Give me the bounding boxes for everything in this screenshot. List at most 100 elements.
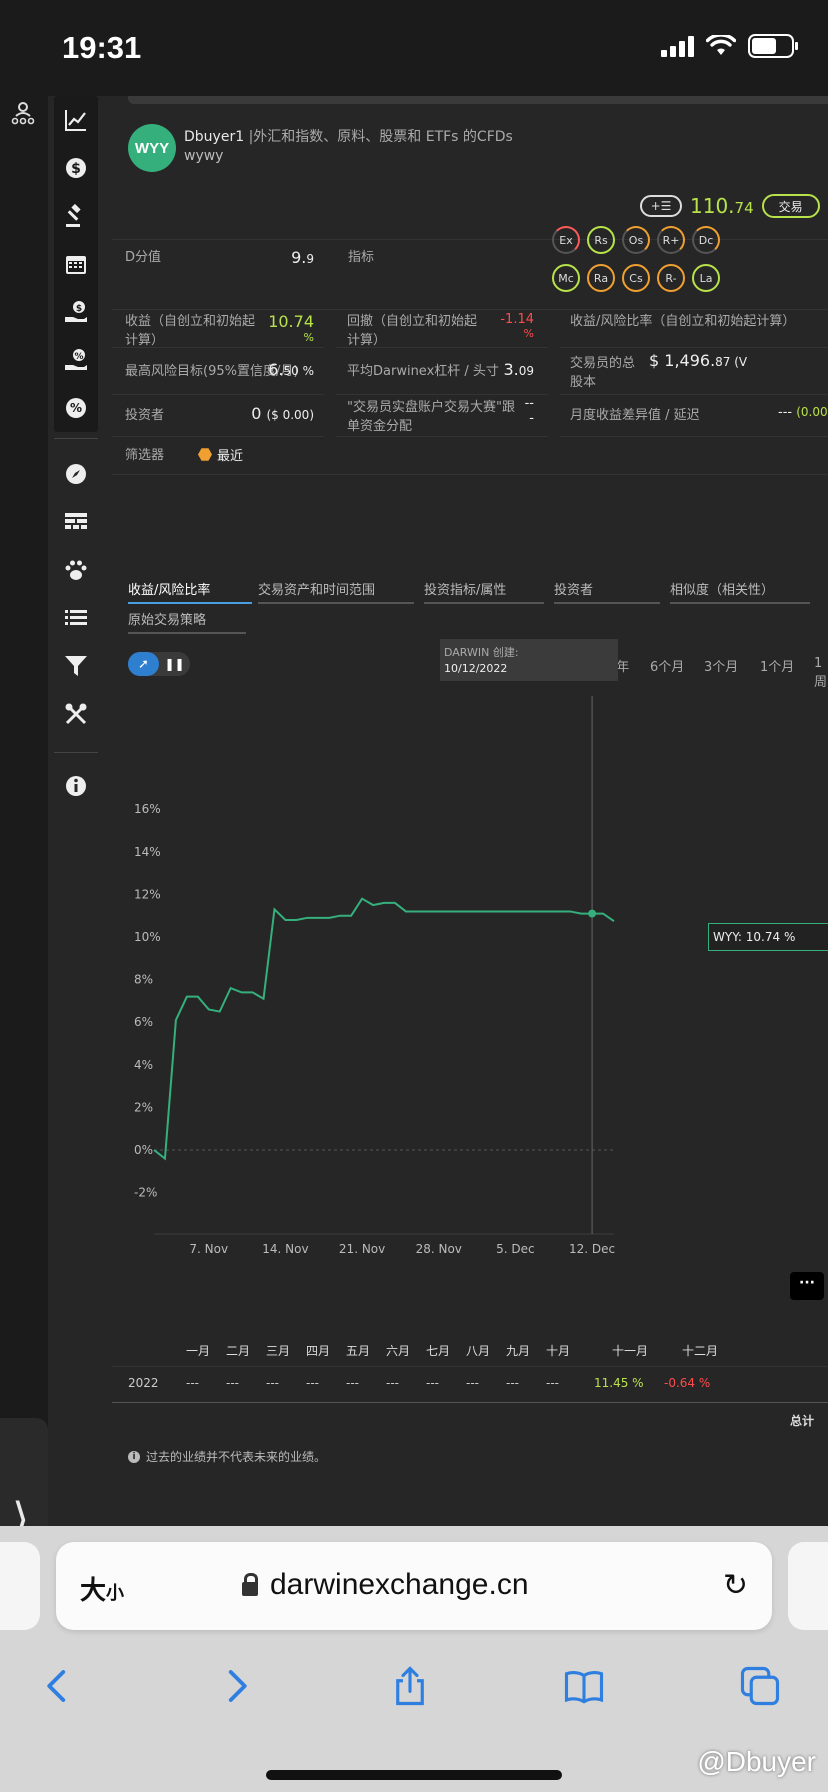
network-user-icon[interactable] bbox=[10, 100, 36, 126]
x-tick-label: 21. Nov bbox=[339, 1242, 385, 1256]
divider bbox=[336, 436, 548, 437]
sidebar-item-filter[interactable] bbox=[54, 642, 98, 690]
sidebar-item-table[interactable] bbox=[54, 498, 98, 546]
calendar-icon bbox=[66, 256, 86, 274]
paw-icon bbox=[65, 560, 87, 580]
forward-button[interactable] bbox=[206, 1656, 266, 1716]
top-strip bbox=[128, 96, 828, 104]
sidebar-item-calendar[interactable] bbox=[54, 240, 98, 288]
month-header: 九月 bbox=[506, 1344, 531, 1358]
tab-investors[interactable]: 投资者 bbox=[554, 579, 660, 604]
sidebar-item-list[interactable] bbox=[54, 594, 98, 642]
investors-small: ($ 0.00) bbox=[266, 408, 314, 422]
month-value: --- bbox=[546, 1376, 559, 1390]
indicator-cs[interactable]: Cs bbox=[622, 264, 650, 292]
indicator-ra[interactable]: Ra bbox=[587, 264, 615, 292]
home-indicator[interactable] bbox=[266, 1770, 562, 1780]
month-value: --- bbox=[306, 1376, 319, 1390]
month-header: 七月 bbox=[426, 1344, 451, 1358]
compass-icon bbox=[66, 464, 86, 484]
indicator-mc[interactable]: Mc bbox=[552, 264, 580, 292]
range-6m[interactable]: 6个月 bbox=[650, 656, 684, 675]
contest-value-2: - bbox=[529, 411, 534, 426]
indicator-dc[interactable]: Dc bbox=[692, 226, 720, 254]
address-bar[interactable]: 大小 darwinexchange.cn ↻ bbox=[56, 1542, 772, 1630]
url-display[interactable]: darwinexchange.cn bbox=[242, 1568, 529, 1602]
indicator-rminus[interactable]: R- bbox=[657, 264, 685, 292]
quote-main: 110. bbox=[690, 194, 735, 218]
next-tab[interactable] bbox=[788, 1542, 828, 1630]
max-risk-main: 6. bbox=[268, 360, 284, 379]
d-score-main: 9. bbox=[291, 248, 307, 267]
line-chart-icon bbox=[65, 110, 86, 131]
quote-small: 74 bbox=[734, 199, 754, 217]
lock-icon bbox=[242, 1573, 258, 1596]
filter-tag[interactable]: 最近 bbox=[198, 445, 243, 464]
sidebar-item-info[interactable] bbox=[54, 762, 98, 810]
browser-nav bbox=[0, 1656, 828, 1716]
sidebar-item-auction[interactable] bbox=[54, 192, 98, 240]
max-risk-small: 50 % bbox=[283, 364, 315, 378]
chart-type-toggle[interactable]: ➚ ❚❚ bbox=[128, 652, 190, 676]
tab-investment-attributes[interactable]: 投资指标/属性 bbox=[424, 579, 544, 604]
book-icon bbox=[564, 1671, 604, 1704]
month-header: 十一月 bbox=[612, 1344, 649, 1358]
sidebar-divider bbox=[54, 752, 98, 753]
month-value: --- bbox=[346, 1376, 359, 1390]
signal-icon bbox=[661, 35, 694, 57]
watchlist-button[interactable]: +☰ bbox=[640, 195, 682, 217]
sidebar-item-dollar[interactable]: $ bbox=[54, 144, 98, 192]
divider bbox=[336, 347, 548, 348]
bookmarks-button[interactable] bbox=[554, 1656, 614, 1716]
tabs-button[interactable] bbox=[730, 1656, 790, 1716]
month-value: --- bbox=[506, 1376, 519, 1390]
range-1m[interactable]: 1个月 bbox=[760, 656, 794, 675]
more-options-button[interactable]: ··· bbox=[790, 1272, 824, 1300]
tab-return-risk[interactable]: 收益/风险比率 bbox=[128, 579, 252, 604]
back-button[interactable] bbox=[28, 1656, 88, 1716]
month-header: 十二月 bbox=[682, 1344, 719, 1358]
tab-assets-timeframe[interactable]: 交易资产和时间范围 bbox=[258, 579, 414, 604]
darwin-title: Dbuyer1 |外汇和指数、原料、股票和 ETFs 的CFDs bbox=[184, 126, 513, 146]
quote-value: 110.74 bbox=[690, 194, 754, 218]
previous-tab[interactable] bbox=[0, 1542, 40, 1630]
bar-chart-toggle-icon[interactable]: ❚❚ bbox=[159, 652, 190, 676]
range-1w[interactable]: 1周 bbox=[814, 656, 828, 690]
info-icon: i bbox=[128, 1450, 140, 1463]
return-chart[interactable]: 16% 14% 12% 10% 8% 6% 4% 2% 0% -2% 7. Nov 14. Nov 21… bbox=[104, 696, 828, 1416]
text-size-button[interactable]: 大小 bbox=[80, 1570, 124, 1607]
month-header: 二月 bbox=[226, 1344, 251, 1358]
reload-icon[interactable]: ↻ bbox=[723, 1568, 748, 1603]
sidebar-item-fees[interactable]: % bbox=[54, 336, 98, 384]
table-icon bbox=[65, 513, 87, 529]
tab-correlation[interactable]: 相似度（相关性） bbox=[670, 579, 810, 604]
indicator-ex[interactable]: Ex bbox=[552, 226, 580, 254]
sidebar-item-tools[interactable] bbox=[54, 690, 98, 738]
trade-button[interactable]: 交易 bbox=[761, 194, 820, 218]
status-time: 19:31 bbox=[62, 30, 142, 65]
range-3m[interactable]: 3个月 bbox=[704, 656, 738, 675]
tools-icon bbox=[65, 703, 87, 725]
monthly-small: (0.00 bbox=[796, 405, 828, 419]
indicator-rs[interactable]: Rs bbox=[587, 226, 615, 254]
indicator-rplus[interactable]: R+ bbox=[657, 226, 685, 254]
tab-raw-strategy[interactable]: 原始交易策略 bbox=[128, 609, 246, 634]
indicator-la[interactable]: La bbox=[692, 264, 720, 292]
sidebar-item-percent[interactable]: % bbox=[54, 384, 98, 432]
status-icons bbox=[661, 34, 798, 58]
return-label: 收益（自创立和初始起计算） bbox=[125, 314, 256, 348]
text-size-small: 小 bbox=[106, 1583, 125, 1604]
y-tick-label: 12% bbox=[134, 887, 161, 901]
line-chart-toggle-icon[interactable]: ➚ bbox=[128, 652, 159, 676]
sidebar-item-explore[interactable] bbox=[54, 450, 98, 498]
share-button[interactable] bbox=[380, 1656, 440, 1716]
divider bbox=[112, 1402, 828, 1403]
divider bbox=[112, 394, 324, 395]
total-label: 总计 bbox=[790, 1414, 815, 1428]
avatar: WYY bbox=[128, 124, 176, 172]
sidebar-item-invest[interactable]: $ bbox=[54, 288, 98, 336]
sidebar-item-paw[interactable] bbox=[54, 546, 98, 594]
filter-tag-label: 最近 bbox=[217, 449, 244, 464]
indicator-os[interactable]: Os bbox=[622, 226, 650, 254]
sidebar-item-chart[interactable] bbox=[54, 96, 98, 144]
